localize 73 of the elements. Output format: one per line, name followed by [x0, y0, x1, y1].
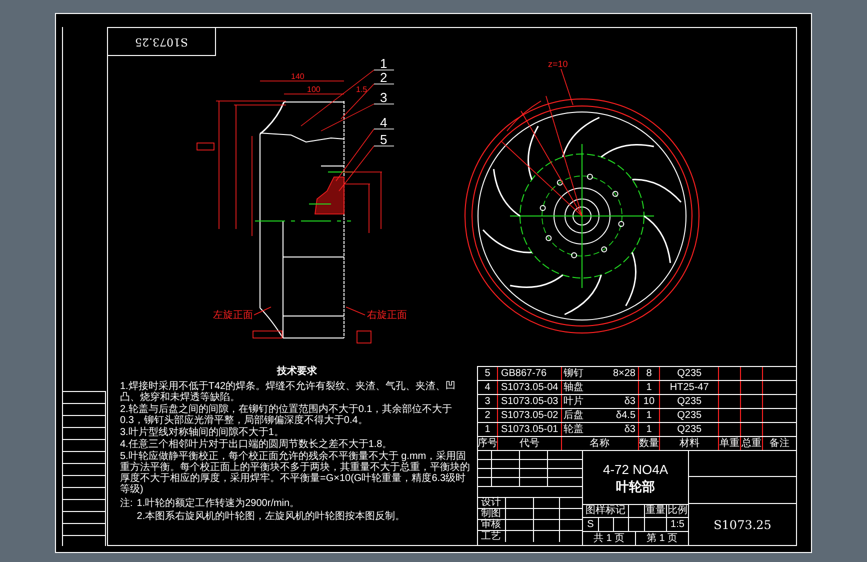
leader-line [338, 146, 374, 192]
model-number: 4-72 NO4A [602, 462, 668, 476]
table-cell: GB867-76 [498, 367, 562, 380]
sheet-number: 第 1 页 [645, 532, 679, 545]
table-cell: 3 [478, 395, 498, 408]
table-cell: 轴盘 [564, 382, 584, 392]
dimension-label: 1.5 [356, 85, 368, 94]
notes-heading: 技术要求 [277, 366, 317, 377]
table-cell: 5 [478, 367, 498, 380]
requirement-text: 5.叶轮应做静平衡校正，每个校正面允许的残余不平衡量不大于 g.mm，采用固重方法平衡。每个校正面上的平衡块不多于两块，其重量不大于总重，平衡块的厚度不大于相应的厚度，采用焊牢。不平衡量=G×10(G叶轮重量，精度6.3级时等级) [120, 451, 471, 495]
table-cell: 4 [478, 381, 498, 394]
callout-number: 5 [380, 132, 388, 147]
table-cell: 1 [638, 409, 660, 422]
leader-line [346, 306, 366, 316]
leader-line [254, 306, 272, 316]
column-header: 备注 [768, 437, 791, 450]
table-cell: 10 [638, 395, 660, 408]
table-cell: 1 [638, 423, 660, 436]
column-header: 数量 [638, 437, 660, 450]
leader-line [560, 68, 574, 106]
callout-number: 2 [380, 70, 388, 85]
column-header: 总重 [741, 437, 764, 450]
right-face-label: 右旋正面 [367, 310, 407, 321]
scale-label: 比例 [667, 505, 688, 517]
blade-count-label: z=10 [548, 59, 568, 69]
table-cell: S1073.05-03 [498, 395, 562, 408]
table-cell: 8 [638, 367, 660, 380]
drawing-number: S1073.25 [714, 518, 772, 530]
table-cell: 铆钉 [564, 368, 584, 378]
stage-mark: S [583, 518, 599, 531]
table-cell: δ4.5 [616, 410, 636, 420]
table-cell: S1073.05-04 [498, 381, 562, 394]
table-cell: HT25-47 [660, 381, 720, 394]
table-cell: S1073.05-01 [498, 423, 562, 436]
table-cell: S1073.05-02 [498, 409, 562, 422]
table-cell: 后盘 [564, 410, 584, 420]
callout-number: 3 [380, 90, 388, 105]
notes-label: 注: [120, 498, 133, 511]
column-header: 名称 [562, 437, 639, 450]
column-header: 单重 [719, 437, 742, 450]
requirement-text: 1.焊接时采用不低于T42的焊条。焊缝不允许有裂纹、夹渣、气孔、夹渣、凹凸、烧穿和未焊透等缺陷。 [120, 381, 457, 403]
dimension-label: 100 [307, 85, 320, 94]
table-cell: 叶片 [564, 396, 584, 406]
part-name: 叶轮部 [616, 480, 655, 492]
weight-label: 重量 [645, 505, 667, 517]
requirement-text: 2.轮盖与后盘之间的间隙，在铆钉的位置范围内不大于0.1，其余部位不大于0.3，铆钉头部应光滑平整，局部铆偏深度不得大于0.4。 [120, 404, 454, 426]
requirement-text: 4.任意三个相邻叶片对于出口端的圆周节数长之差不大于1.8。 [120, 439, 394, 450]
table-cell: δ3 [624, 396, 636, 406]
sheet-total: 共 1 页 [583, 532, 636, 545]
drawing-number: S1073.25 [134, 34, 188, 50]
note-text: 2.本图系右旋风机的叶轮图，左旋风机的叶轮图按本图反制。 [136, 511, 406, 522]
note-text: 1.叶轮的额定工作转速为2900r/min。 [136, 498, 301, 509]
signature-label: 工艺 [478, 531, 506, 542]
column-header: 序号 [478, 437, 498, 450]
dimension-label: 140 [291, 72, 304, 81]
requirement-text: 3.叶片型线对称轴间的间隙不大于1。 [120, 427, 285, 438]
column-header: 材料 [660, 437, 720, 450]
left-face-label: 左旋正面 [213, 310, 253, 321]
table-cell: Q235 [660, 423, 720, 436]
callout-number: 4 [380, 115, 388, 130]
column-header: 代号 [498, 437, 562, 450]
table-cell: 1 [638, 381, 660, 394]
table-cell: Q235 [660, 367, 720, 380]
table-cell: δ3 [624, 424, 636, 434]
callout-number: 1 [380, 56, 388, 71]
drawing-mark-label: 图样标记 [583, 505, 629, 517]
table-cell: Q235 [660, 409, 720, 422]
table-cell: 1 [478, 423, 498, 436]
table-cell: 轮盖 [564, 424, 584, 434]
table-cell: 8×28 [612, 368, 636, 378]
scale-value: 1:5 [670, 518, 686, 531]
table-cell: Q235 [660, 395, 720, 408]
table-cell: 2 [478, 409, 498, 422]
